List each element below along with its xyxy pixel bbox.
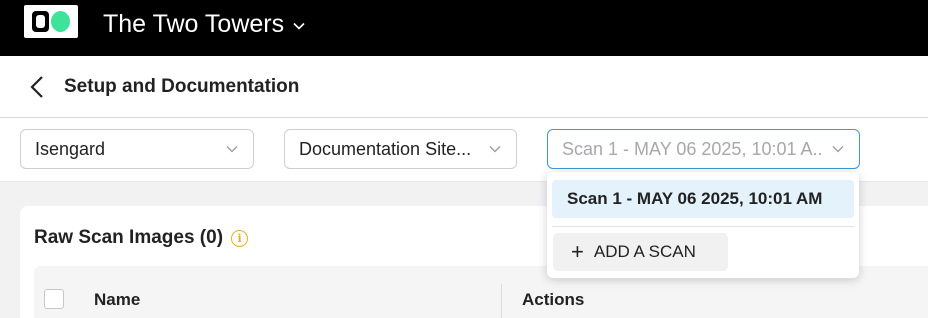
scan-option-selected[interactable]: Scan 1 - MAY 06 2025, 10:01 AM [552, 180, 854, 218]
app-logo[interactable] [24, 5, 78, 38]
raw-scan-images-heading: Raw Scan Images (0) i [34, 227, 249, 249]
chevron-down-icon [226, 146, 238, 153]
info-icon[interactable]: i [231, 229, 249, 247]
logo-square-icon [32, 11, 49, 32]
select-all-checkbox[interactable] [44, 289, 64, 309]
column-header-actions: Actions [522, 290, 585, 309]
logo-dot-icon [51, 11, 70, 32]
back-button[interactable] [26, 74, 48, 100]
column-divider [501, 284, 502, 318]
chevron-down-icon [489, 146, 501, 153]
chevron-down-icon [832, 146, 844, 153]
location-select-value: Isengard [35, 138, 106, 159]
location-select[interactable]: Isengard [20, 129, 254, 169]
scan-dropdown-menu: Scan 1 - MAY 06 2025, 10:01 AM + ADD A S… [547, 172, 859, 278]
column-header-name[interactable]: Name [94, 290, 140, 310]
chevron-left-icon [30, 76, 43, 98]
page-title: Setup and Documentation [64, 76, 300, 97]
project-name: The Two Towers [103, 9, 285, 38]
scan-select[interactable]: Scan 1 - MAY 06 2025, 10:01 A... [547, 129, 860, 169]
scan-select-value: Scan 1 - MAY 06 2025, 10:01 A... [562, 138, 823, 159]
site-select-value: Documentation Site... [299, 138, 472, 159]
menu-divider [552, 226, 854, 227]
top-bar: The Two Towers [0, 0, 928, 56]
add-scan-label: ADD A SCAN [593, 242, 696, 261]
add-scan-button[interactable]: + ADD A SCAN [553, 233, 728, 271]
plus-icon: + [571, 239, 584, 264]
raw-scan-images-title: Raw Scan Images (0) [34, 227, 224, 248]
project-switcher[interactable]: The Two Towers [103, 8, 306, 40]
page-header: Setup and Documentation [0, 56, 928, 118]
scan-option-label: Scan 1 - MAY 06 2025, 10:01 AM [567, 189, 823, 208]
chevron-down-icon [293, 22, 305, 30]
site-select[interactable]: Documentation Site... [284, 129, 517, 169]
